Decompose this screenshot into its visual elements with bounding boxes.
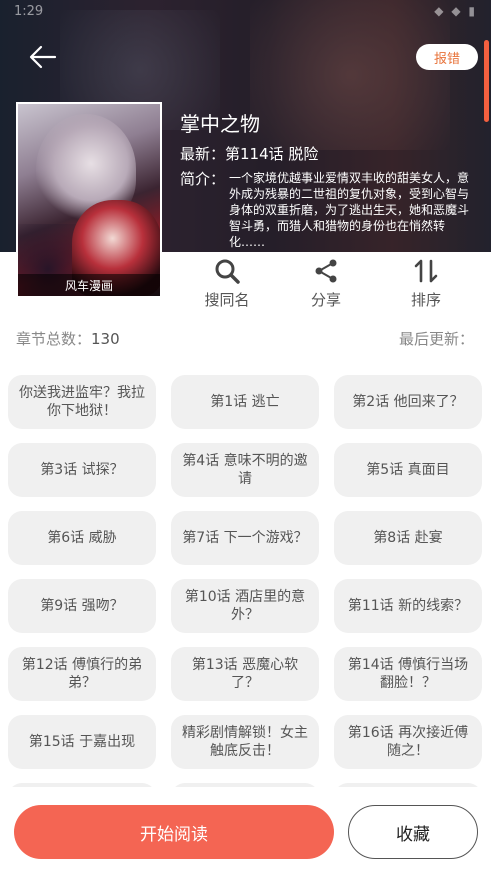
latest-label: 最新：	[180, 145, 226, 163]
chapter-item[interactable]: 第5话 真面目	[334, 443, 482, 497]
chapter-list: 你送我进监牢？我拉你下地狱！ 第1话 逃亡 第2话 他回来了？ 第3话 试探？ …	[8, 375, 484, 787]
chapter-item[interactable]	[8, 783, 156, 787]
chapter-item[interactable]: 第11话 新的线索？	[334, 579, 482, 633]
chapter-item[interactable]: 第3话 试探？	[8, 443, 156, 497]
action-bar: 搜同名 分享 排序	[180, 257, 480, 309]
cover-source-label: 风车漫画	[18, 274, 160, 296]
chapter-item[interactable]: 第9话 强吻？	[8, 579, 156, 633]
sort-icon	[414, 259, 438, 283]
share-button[interactable]: 分享	[281, 257, 371, 310]
comic-cover: 风车漫画	[16, 102, 162, 298]
chapter-item[interactable]: 第14话 傅慎行当场翻脸！？	[334, 647, 482, 701]
chapter-item[interactable]: 第1话 逃亡	[171, 375, 319, 429]
last-updated-label: 最后更新：	[398, 330, 474, 348]
status-time: 1:29	[14, 4, 44, 19]
report-button[interactable]: 报错	[416, 44, 478, 70]
chapter-total-value: 130	[91, 330, 120, 348]
chapter-item[interactable]	[171, 783, 319, 787]
collect-button[interactable]: 收藏	[348, 805, 478, 859]
intro-label: 简介：	[180, 170, 226, 188]
arrow-left-icon	[29, 45, 57, 69]
action-label: 搜同名	[204, 291, 250, 309]
chapter-total-label: 章节总数：	[16, 330, 92, 348]
chapter-total: 章节总数：130	[16, 328, 120, 349]
comic-intro: 简介： 一个家境优越事业爱情双丰收的甜美女人，意外成为残暴的二世祖的复仇对象，受…	[180, 170, 480, 250]
share-icon	[315, 259, 337, 283]
status-icons: ◆ ◆ ▮	[434, 4, 477, 18]
search-icon	[215, 259, 240, 284]
chapter-item[interactable]: 第2话 他回来了？	[334, 375, 482, 429]
chapter-item[interactable]: 第13话 恶魔心软了？	[171, 647, 319, 701]
action-label: 分享	[310, 291, 341, 309]
chapter-meta: 章节总数：130 最后更新：	[16, 328, 474, 350]
chapter-item[interactable]: 第4话 意味不明的邀请	[171, 443, 319, 497]
bottom-action-bar: 开始阅读 收藏	[0, 790, 491, 873]
chapter-item[interactable]: 第7话 下一个游戏？	[171, 511, 319, 565]
chapter-item[interactable]: 精彩剧情解锁！女主触底反击！	[171, 715, 319, 769]
sort-button[interactable]: 排序	[381, 257, 471, 310]
intro-text: 一个家境优越事业爱情双丰收的甜美女人，意外成为残暴的二世祖的复仇对象，受到心智与…	[229, 171, 470, 249]
search-same-name-button[interactable]: 搜同名	[182, 257, 272, 310]
chapter-item[interactable]: 第12话 傅慎行的弟弟？	[8, 647, 156, 701]
chapter-item[interactable]: 第8话 赴宴	[334, 511, 482, 565]
latest-value: 第114话 脱险	[225, 145, 319, 163]
scroll-indicator	[484, 40, 489, 122]
chapter-item[interactable]: 第16话 再次接近傅随之！	[334, 715, 482, 769]
back-button[interactable]	[26, 40, 60, 74]
start-reading-button[interactable]: 开始阅读	[14, 805, 334, 859]
chapter-item[interactable]: 第15话 于嘉出现	[8, 715, 156, 769]
chapter-item[interactable]	[334, 783, 482, 787]
chapter-item[interactable]: 第10话 酒店里的意外？	[171, 579, 319, 633]
chapter-item[interactable]: 第6话 威胁	[8, 511, 156, 565]
latest-chapter[interactable]: 最新：第114话 脱险	[180, 143, 318, 164]
chapter-item[interactable]: 你送我进监牢？我拉你下地狱！	[8, 375, 156, 429]
action-label: 排序	[410, 291, 441, 309]
comic-title: 掌中之物	[180, 112, 260, 136]
